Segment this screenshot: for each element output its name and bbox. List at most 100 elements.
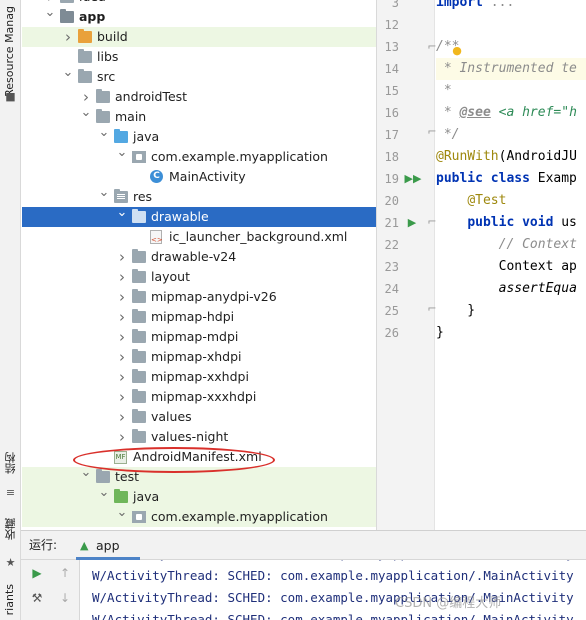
folder-icon: [132, 389, 146, 403]
chevron-down-icon[interactable]: ⌄: [80, 103, 92, 123]
code-token: public void: [467, 215, 562, 230]
code-token: * Instrumented te: [436, 61, 577, 76]
chevron-down-icon[interactable]: ⌄: [116, 203, 128, 223]
structure-tab[interactable]: 结构: [3, 452, 19, 474]
tree-row[interactable]: C MainActivity: [22, 167, 376, 187]
code-token: ...: [490, 0, 515, 10]
chevron-right-icon[interactable]: ›: [116, 307, 128, 327]
wrench-icon[interactable]: ⚒: [30, 591, 44, 605]
code-token: assertEqua: [498, 281, 577, 296]
chevron-right-icon[interactable]: ›: [116, 347, 128, 367]
tree-row-label: test: [115, 469, 140, 484]
tree-row[interactable]: ⌄ java: [22, 125, 376, 147]
run-test-icon[interactable]: ▶: [406, 217, 418, 229]
resource-folder-icon: [114, 189, 128, 203]
run-tests-icon[interactable]: ▶▶: [404, 173, 422, 185]
chevron-down-icon[interactable]: ⌄: [116, 503, 128, 523]
fold-icon[interactable]: ⌐: [426, 216, 438, 228]
chevron-right-icon[interactable]: ›: [116, 247, 128, 267]
tree-row[interactable]: ⌄ src: [22, 65, 376, 87]
tree-row[interactable]: › layout: [22, 267, 376, 287]
chevron-right-icon[interactable]: ›: [116, 327, 128, 347]
chevron-down-icon[interactable]: ⌄: [98, 483, 110, 503]
tree-row-label: res: [133, 189, 153, 204]
chevron-down-icon[interactable]: ⌄: [44, 3, 56, 23]
tree-row-label: src: [97, 69, 116, 84]
project-tree: ›idea⌄app›buildlibs⌄src›androidTest⌄main…: [22, 0, 376, 530]
build-variants-tab[interactable]: riants: [3, 584, 16, 615]
line-number: 17: [384, 128, 399, 142]
tree-row[interactable]: › androidTest: [22, 87, 376, 107]
tree-row[interactable]: › build: [22, 27, 376, 47]
fold-icon[interactable]: ⌐: [426, 303, 438, 315]
folder-icon: [132, 209, 146, 223]
chevron-down-icon[interactable]: ⌄: [98, 183, 110, 203]
tree-row[interactable]: › mipmap-xxxhdpi: [22, 387, 376, 407]
tree-row-label: mipmap-anydpi-v26: [151, 289, 277, 304]
chevron-right-icon[interactable]: ›: [116, 367, 128, 387]
tree-row[interactable]: ⌄ test: [22, 465, 376, 487]
tree-row[interactable]: ›idea: [22, 0, 376, 7]
code-token: // Context: [498, 237, 577, 252]
tree-row[interactable]: ic_launcher_background.xml: [22, 227, 376, 247]
run-console[interactable]: W/ActivityThread: SCHED: com.example.mya…: [81, 560, 586, 620]
tree-row[interactable]: › values-night: [22, 427, 376, 447]
code-token: }: [436, 303, 476, 318]
test-folder-icon: [114, 489, 128, 503]
fold-icon[interactable]: ⌐: [426, 126, 438, 138]
scroll-up-icon[interactable]: ↑: [58, 566, 72, 580]
code-line: public void us: [436, 212, 577, 234]
code-line: }: [436, 300, 475, 322]
folder-icon: [132, 409, 146, 423]
fold-icon[interactable]: ⌐: [426, 41, 438, 53]
code-editor[interactable]: import .../** * Instrumented te * * @see…: [436, 0, 586, 530]
favorites-tab[interactable]: 收藏: [3, 518, 19, 540]
module-icon: [60, 9, 74, 23]
class-icon: C: [150, 170, 163, 183]
tree-row[interactable]: ⌄ com.example.myapplication: [22, 145, 376, 167]
run-tab-app[interactable]: ▲ app: [76, 531, 140, 560]
chevron-down-icon[interactable]: ⌄: [116, 143, 128, 163]
code-token: (AndroidJU: [498, 149, 577, 164]
chevron-right-icon[interactable]: ›: [116, 407, 128, 427]
chevron-right-icon[interactable]: ›: [116, 387, 128, 407]
tree-row[interactable]: ⌄ drawable: [22, 205, 376, 227]
tree-row[interactable]: › values: [22, 407, 376, 427]
chevron-right-icon[interactable]: ›: [116, 427, 128, 447]
folder-icon: [60, 0, 74, 3]
chevron-right-icon[interactable]: ›: [116, 287, 128, 307]
folder-icon: [132, 269, 146, 283]
bulb-icon[interactable]: ●: [451, 45, 463, 57]
tree-row[interactable]: › mipmap-hdpi: [22, 307, 376, 327]
tree-row[interactable]: › mipmap-anydpi-v26: [22, 287, 376, 307]
chevron-right-icon[interactable]: ›: [62, 27, 74, 47]
tree-row[interactable]: › drawable-v24: [22, 247, 376, 267]
chevron-down-icon[interactable]: ⌄: [62, 63, 74, 83]
tree-row[interactable]: › mipmap-xxhdpi: [22, 367, 376, 387]
chevron-down-icon[interactable]: ⌄: [80, 463, 92, 483]
tree-row[interactable]: › mipmap-mdpi: [22, 327, 376, 347]
tree-row[interactable]: ⌄ java: [22, 485, 376, 507]
chevron-right-icon[interactable]: ›: [116, 267, 128, 287]
code-token: }: [436, 325, 444, 340]
tree-row[interactable]: ⌄ res: [22, 185, 376, 207]
tree-row[interactable]: libs: [22, 47, 376, 67]
rerun-icon[interactable]: ▶: [30, 566, 44, 580]
tree-row[interactable]: MF AndroidManifest.xml: [22, 447, 376, 467]
line-number: 15: [384, 84, 399, 98]
line-number: 22: [384, 238, 399, 252]
resource-manager-tab[interactable]: Resource Manag: [3, 6, 16, 97]
code-token: @RunWith: [436, 149, 499, 164]
tree-row[interactable]: ⌄ main: [22, 105, 376, 127]
tree-row[interactable]: ⌄ com.example.myapplication: [22, 505, 376, 527]
scroll-down-icon[interactable]: ↓: [58, 591, 72, 605]
tree-row-label: drawable-v24: [151, 249, 237, 264]
code-line: *: [436, 80, 452, 102]
code-token: <a href="h: [498, 105, 577, 120]
tree-row-label: main: [115, 109, 147, 124]
tree-row[interactable]: › mipmap-xhdpi: [22, 347, 376, 367]
chevron-down-icon[interactable]: ⌄: [98, 123, 110, 143]
tree-row[interactable]: ⌄ app: [22, 5, 376, 27]
